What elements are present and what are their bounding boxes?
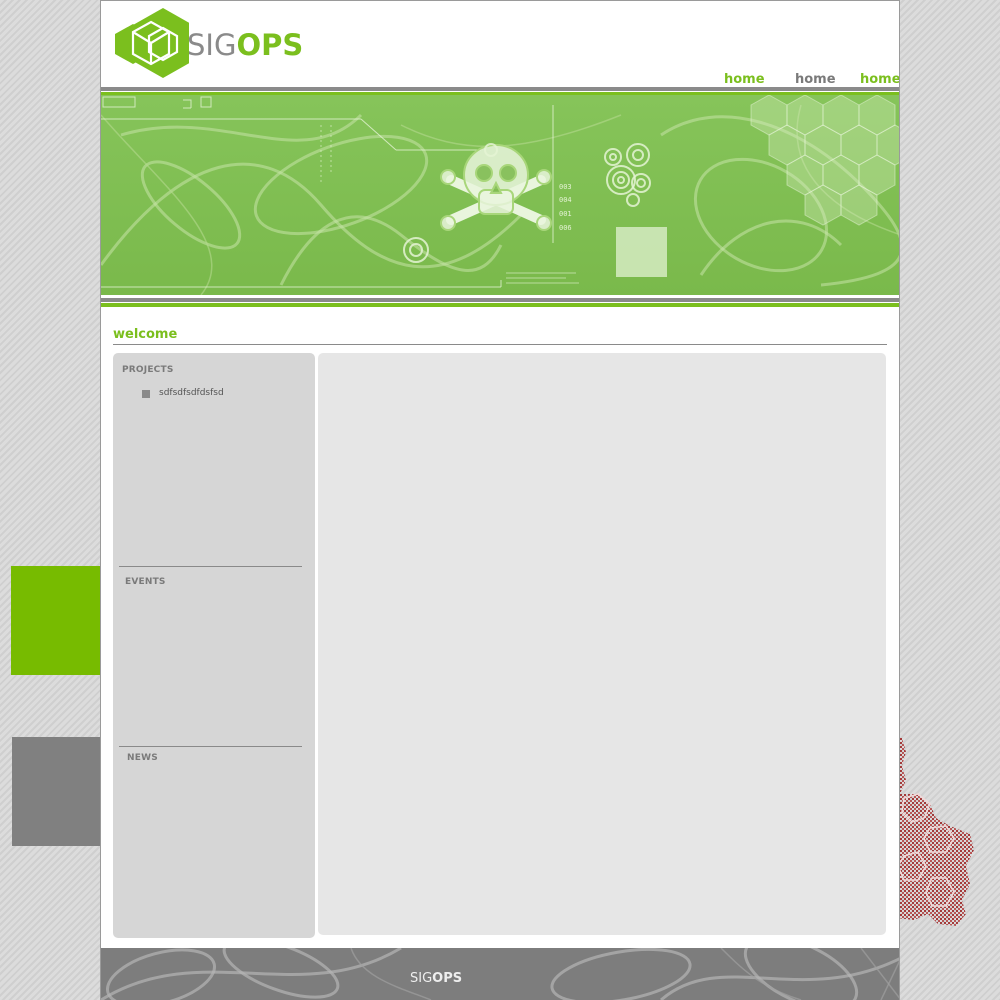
- banner-code-2: 004: [559, 196, 572, 204]
- nav-item-home-1[interactable]: home: [724, 72, 765, 88]
- footer-artwork: [101, 948, 899, 1000]
- hexagon-cube-logo-icon: [115, 8, 189, 78]
- header-stripe-gray: [101, 87, 899, 91]
- banner-code-1: 003: [559, 183, 572, 191]
- news-divider: [119, 746, 302, 747]
- circles-icon: [403, 143, 651, 263]
- header-banner: 003 004 001 006: [101, 95, 899, 295]
- sidebar-panel: PROJECTS sdfsdfsdfdsfsd EVENTS NEWS: [113, 353, 315, 938]
- project-item-label: sdfsdfsdfdsfsd: [159, 388, 224, 398]
- banner-stripe-green: [101, 303, 899, 307]
- footer-logo[interactable]: SIGOPS: [410, 971, 462, 986]
- welcome-divider: [113, 344, 887, 345]
- logo-wordmark: SIGOPS: [187, 28, 303, 62]
- projects-title: PROJECTS: [122, 365, 174, 375]
- banner-artwork: 003 004 001 006: [101, 95, 899, 295]
- square-bullet-icon: [142, 390, 150, 398]
- decorative-gray-block: [12, 737, 112, 846]
- logo-sig-text: SIG: [187, 28, 237, 62]
- welcome-heading: welcome: [113, 327, 178, 342]
- footer-ops-text: OPS: [432, 971, 463, 986]
- banner-code-4: 006: [559, 224, 572, 232]
- banner-stripe-gray: [101, 298, 899, 302]
- top-border: [101, 0, 899, 1]
- footer: SIGOPS: [101, 948, 899, 1000]
- events-title: EVENTS: [125, 577, 166, 587]
- nav-item-home-3[interactable]: home: [860, 72, 899, 88]
- banner-code-3: 001: [559, 210, 572, 218]
- logo-ops-text: OPS: [236, 28, 304, 62]
- skull-crossbones-icon: [440, 144, 552, 231]
- main-content-panel: [318, 353, 886, 935]
- decorative-green-block: [11, 566, 112, 675]
- nav-item-home-2[interactable]: home: [793, 72, 838, 91]
- events-divider: [119, 566, 302, 567]
- news-title: NEWS: [127, 753, 158, 763]
- footer-sig-text: SIG: [410, 971, 433, 986]
- page-container: SIGOPS home home home 003 004 001 006 we…: [100, 0, 900, 1000]
